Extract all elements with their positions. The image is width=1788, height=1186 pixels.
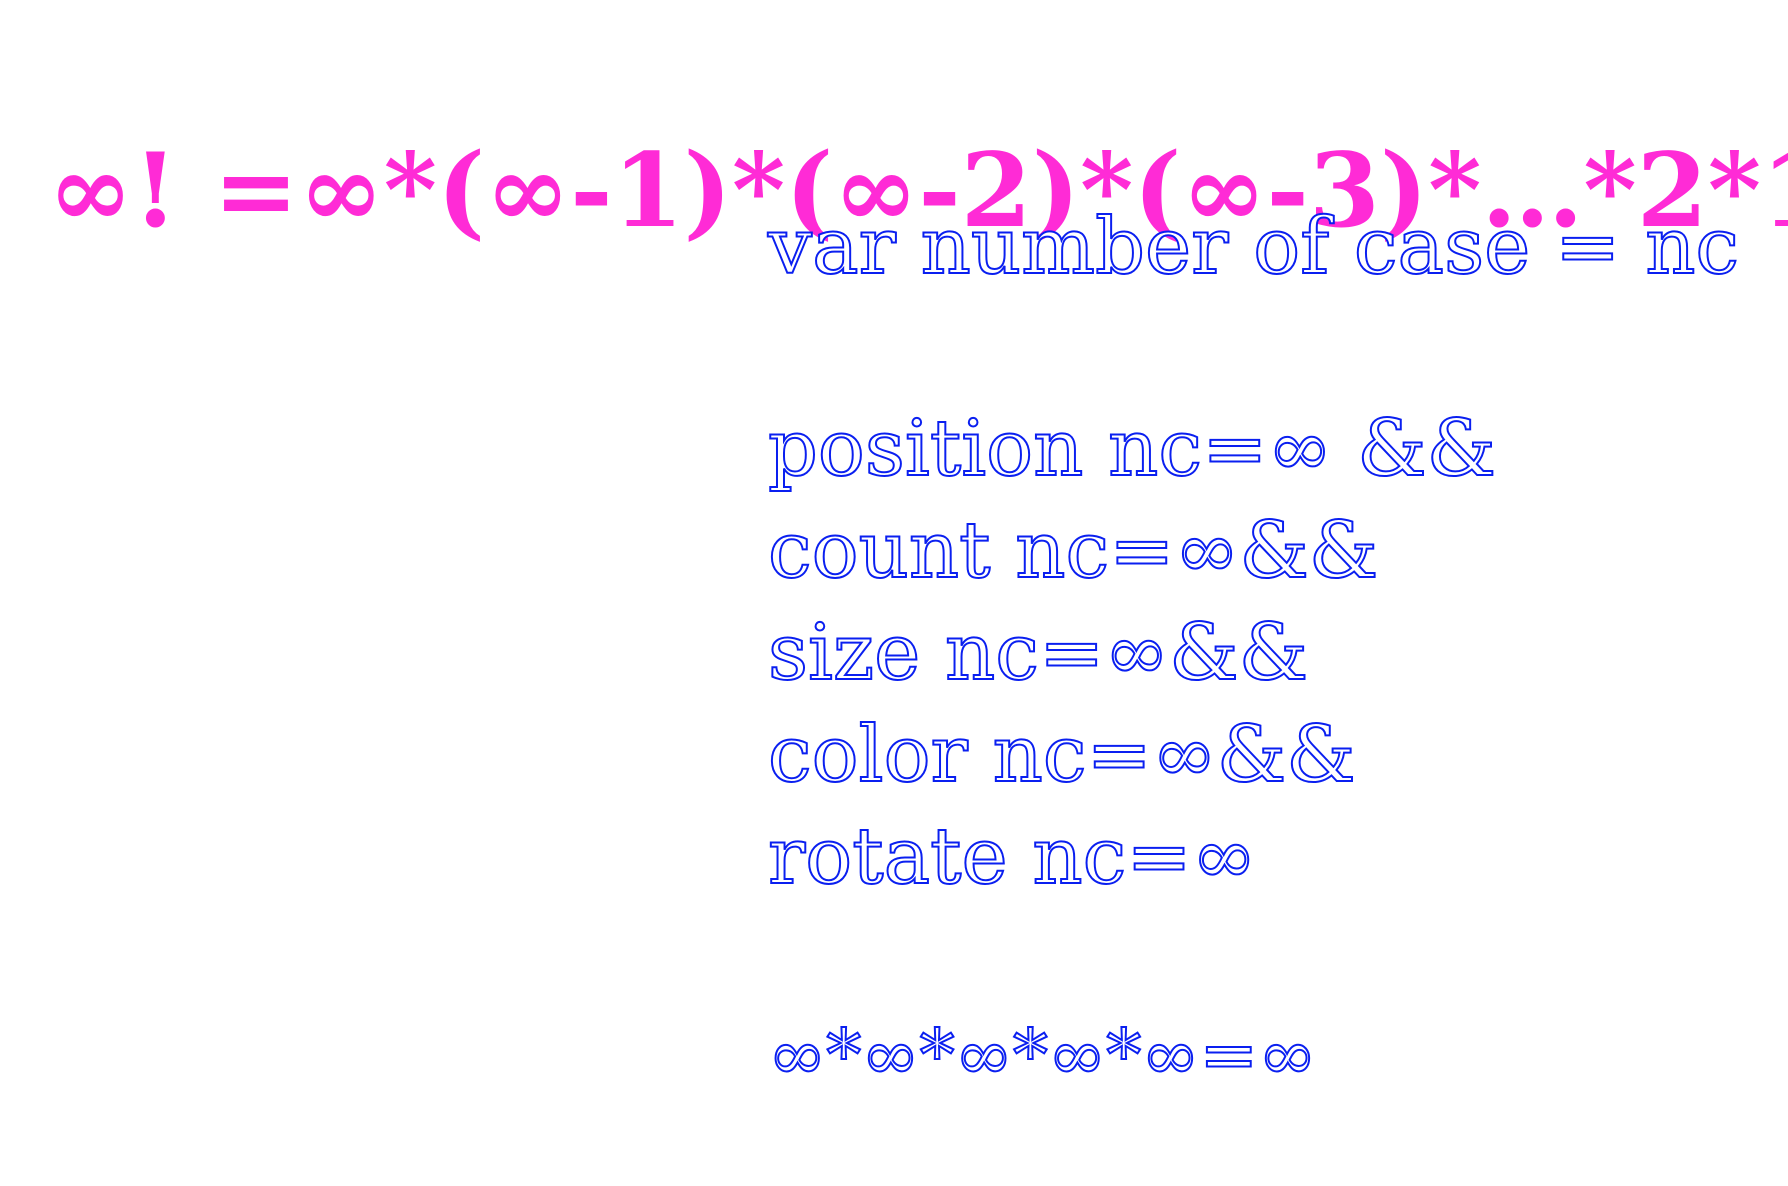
- var-number-of-case-line: var number of case = nc: [767, 202, 1740, 292]
- infinity-product-line: ∞*∞*∞*∞*∞=∞: [767, 1014, 1318, 1096]
- size-line: size nc=∞&&: [767, 608, 1309, 698]
- canvas: ∞! =∞*(∞-1)*(∞-2)*(∞-3)*…*2*1 var number…: [0, 0, 1788, 1186]
- color-line: color nc=∞&&: [767, 710, 1357, 800]
- count-line: count nc=∞&&: [767, 506, 1379, 596]
- position-line: position nc=∞ &&: [767, 404, 1497, 494]
- rotate-line: rotate nc=∞: [767, 812, 1258, 902]
